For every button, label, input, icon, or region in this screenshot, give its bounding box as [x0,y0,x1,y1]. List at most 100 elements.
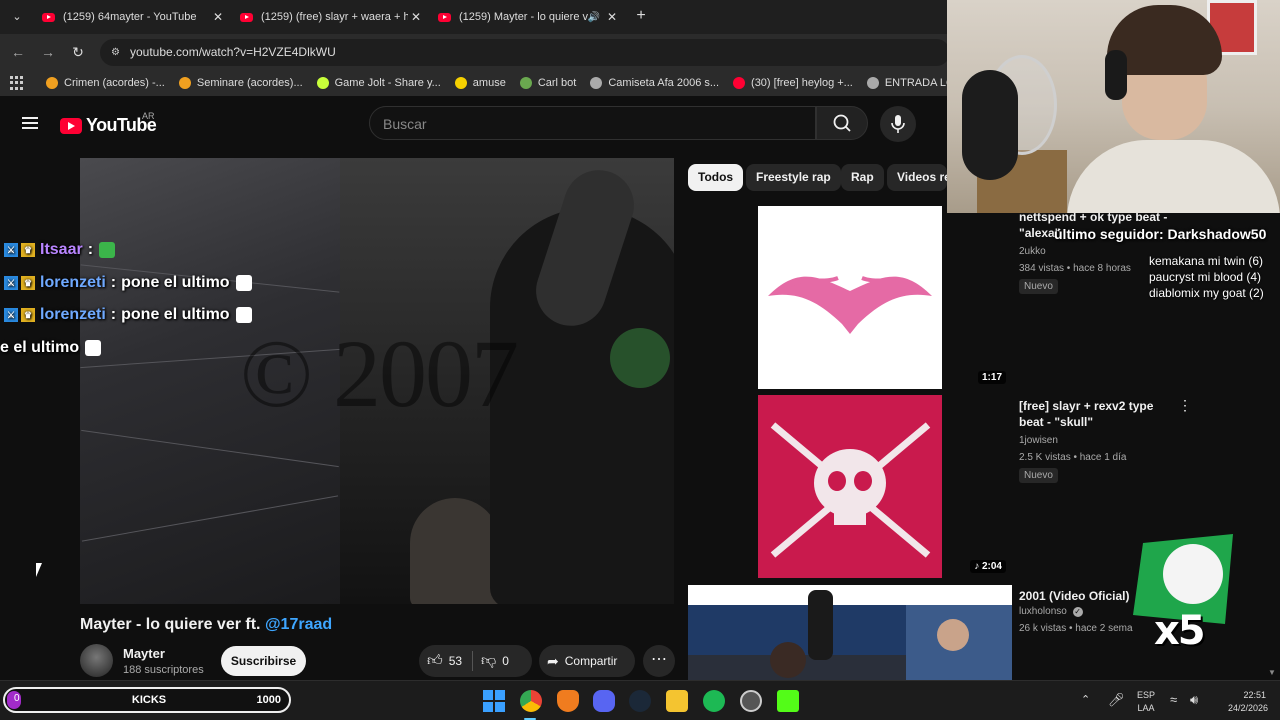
channel-name[interactable]: Mayter [123,646,165,661]
video-duration: ♪ 2:04 [970,560,1006,573]
tab-search-chevron-icon[interactable]: ⌄ [8,8,26,26]
voice-search-button[interactable] [880,106,916,142]
search-button[interactable] [816,106,868,140]
bookmark-item[interactable]: (30) [free] heylog +... [733,77,853,89]
channel-avatar[interactable] [80,644,113,677]
recommendation-meta: 2.5 K vistas • hace 1 día [1019,452,1127,463]
video-player[interactable]: © 2007 [80,158,674,604]
bookmark-favicon-icon [178,77,191,89]
chat-message: ⚔ ♛ lorenzeti : pone el ultimo [4,304,252,326]
chip-videos[interactable]: Videos re [887,164,947,191]
bookmark-label: amuse [472,77,506,89]
bookmark-favicon-icon [454,77,467,89]
bookmark-favicon-icon [316,77,329,89]
video-duration: 1:17 [977,371,1006,384]
chat-emote-icon [235,307,252,323]
video-person-secondary [410,498,500,604]
steam-icon[interactable] [629,690,651,712]
input-language[interactable]: ESP LAA [1137,689,1155,715]
chip-todos[interactable]: Todos [688,164,744,191]
youtube-favicon-icon [438,12,451,22]
more-actions-icon[interactable]: ⋯ [643,645,675,677]
moderator-badge-icon: ⚔ [4,243,18,257]
chat-text: pone el ultimo [121,274,230,291]
scroll-down-arrow-icon[interactable]: ▼ [1268,668,1276,677]
bookmark-item[interactable]: Carl bot [519,77,576,89]
video-title-mention-link[interactable]: @17raad [265,616,332,633]
bookmark-item[interactable]: Seminare (acordes)... [178,77,303,89]
bookmark-label: Crimen (acordes) -... [64,77,165,89]
bookmark-item[interactable]: Game Jolt - Share y... [316,77,441,89]
recommendation-channel[interactable]: luxholonso ✓ [1019,606,1083,617]
clock-time: 22:51 [1243,690,1266,700]
youtube-logo[interactable]: YouTube AR [60,111,157,136]
mouse-cursor-icon [36,563,42,577]
new-badge: Nuevo [1019,468,1058,483]
forward-arrow-icon[interactable]: → [39,43,57,61]
url-text: youtube.com/watch?v=H2VZE4DlkWU [130,45,336,59]
bookmark-item[interactable]: amuse [454,77,506,89]
like-dislike-group: 👍︎ 53 👎︎ 0 [419,645,532,677]
reload-icon[interactable]: ↻ [69,43,87,61]
share-arrow-icon: ➦ [547,652,559,669]
crown-badge-icon: ♛ [21,308,35,322]
recommendation-thumbnail[interactable]: ♪ 2:04 [688,395,1012,578]
youtube-favicon-icon [42,12,55,22]
recommendation-title[interactable]: [free] slayr + rexv2 type beat - "skull" [1019,398,1169,430]
dislike-button[interactable]: 👎︎ 0 [473,645,519,677]
browser-tab-1[interactable]: (1259) 64mayter - YouTube ✕ [34,0,230,34]
webcam-streamer-body [1067,140,1280,213]
top-supporters-list: kemakana mi twin (6) paucryst mi blood (… [1149,253,1264,301]
apps-grid-icon[interactable] [10,76,24,90]
chat-username: lorenzeti [40,306,106,323]
more-options-icon[interactable]: ⋮ [1178,397,1192,414]
chat-emote-icon [99,242,116,258]
recommendation-thumbnail[interactable] [688,585,1012,680]
subscribe-button[interactable]: Suscribirse [221,646,306,676]
share-button[interactable]: ➦ Compartir [539,645,635,677]
like-button[interactable]: 👍︎ 53 [419,645,472,677]
bookmark-item[interactable]: Crimen (acordes) -... [46,77,165,89]
volume-icon[interactable]: 🔊︎ [1190,692,1198,708]
obs-icon[interactable] [740,690,762,712]
microphone-icon [891,115,905,133]
site-info-icon[interactable]: ⚙ [109,46,122,59]
bookmark-item[interactable]: Camiseta Afa 2006 s... [590,77,719,89]
browser-tab-2[interactable]: (1259) (free) slayr + waera + ha ✕ [232,0,428,34]
new-tab-plus-icon[interactable]: + [632,7,650,25]
kick-icon[interactable] [777,690,799,712]
back-arrow-icon[interactable]: ← [9,43,27,61]
chip-freestyle-rap[interactable]: Freestyle rap [746,164,841,191]
microphone-tray-icon[interactable]: 🎤︎ [1108,692,1125,708]
show-hidden-icons-icon[interactable]: ⌃ [1081,693,1090,706]
guide-menu-icon[interactable] [22,117,38,129]
search-input[interactable]: Buscar [369,106,816,140]
recommendation-channel[interactable]: 1jowisen [1019,435,1058,446]
close-tab-icon[interactable]: ✕ [210,10,226,24]
wifi-icon[interactable]: ≈ [1170,692,1177,707]
address-bar[interactable]: ⚙ youtube.com/watch?v=H2VZE4DlkWU [100,39,950,66]
channel-name: luxholonso [1019,606,1067,617]
chat-message: ⚔ ♛ lorenzeti : pone el ultimo [4,272,252,294]
chrome-icon[interactable] [520,690,542,712]
brave-icon[interactable] [557,690,579,712]
file-explorer-icon[interactable] [666,690,688,712]
speaker-icon[interactable]: 🔊 [588,12,600,23]
youtube-favicon-icon [240,12,253,22]
system-clock[interactable]: 22:51 24/2/2026 [1228,689,1268,715]
chip-rap[interactable]: Rap [841,164,884,191]
subscriber-count: 188 suscriptores [123,664,204,676]
like-count: 53 [448,654,463,668]
bookmark-favicon-icon [46,77,58,89]
recommendation-channel[interactable]: 2ukko [1019,246,1046,257]
windows-start-icon[interactable] [483,690,505,712]
browser-tab-3-active[interactable]: (1259) Mayter - lo quiere ve 🔊 ✕ [430,0,624,34]
bookmark-favicon-icon [733,77,746,89]
close-tab-icon[interactable]: ✕ [604,10,620,24]
discord-icon[interactable] [593,690,615,712]
kicks-label: KICKS [131,694,167,706]
close-tab-icon[interactable]: ✕ [408,10,424,24]
last-follower-text: último seguidor: Darkshadow50 [1054,226,1267,242]
spotify-icon[interactable] [703,690,725,712]
recommendation-thumbnail[interactable]: 1:17 [688,206,1012,389]
